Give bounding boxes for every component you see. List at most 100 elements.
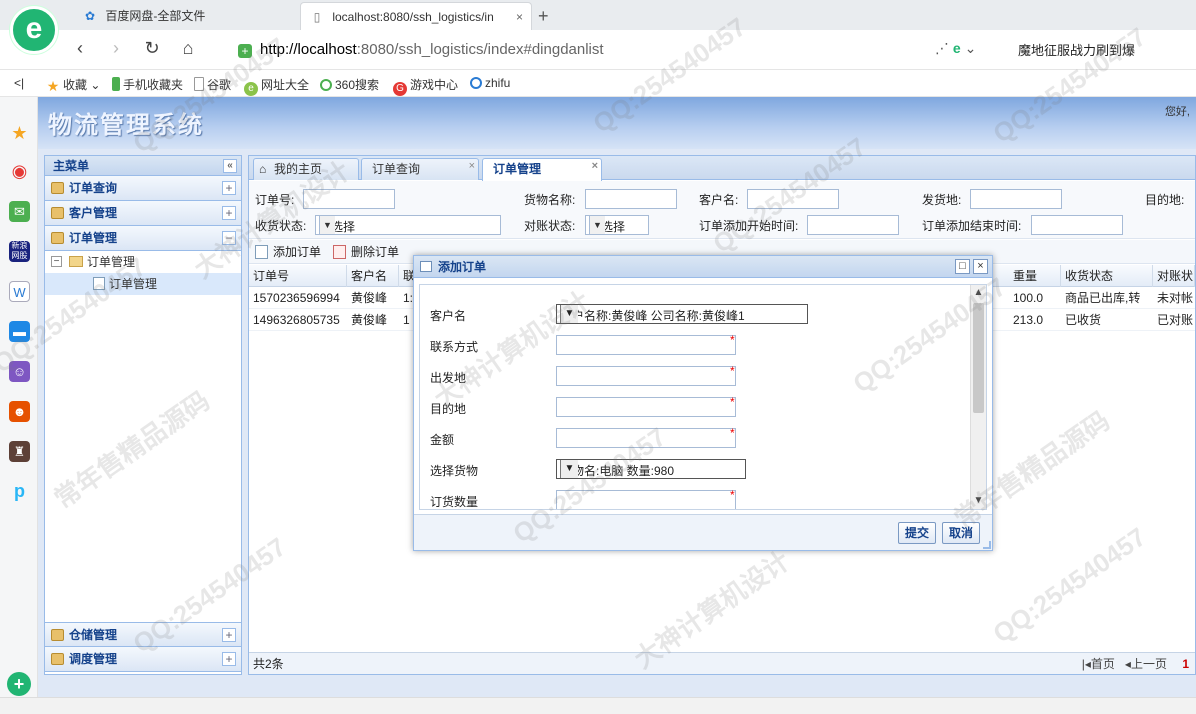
add-order-button[interactable]: 添加订单 <box>253 243 321 261</box>
goods-select[interactable]: 货物名:电脑 数量:980 ▼ <box>556 459 746 479</box>
promo-link[interactable]: 魔地征服战力刷到爆 <box>1018 40 1135 59</box>
page-icon <box>194 77 204 91</box>
page-icon: ▯ <box>313 10 321 24</box>
bookmark-zhifu[interactable]: zhifu <box>470 76 510 90</box>
amount-input[interactable] <box>556 428 736 448</box>
customer-select[interactable]: 客户名称:黄俊峰 公司名称:黄俊峰1 ▼ <box>556 304 808 324</box>
browser-logo-icon[interactable]: e <box>10 6 58 54</box>
close-icon[interactable]: × <box>973 259 988 274</box>
start-time-input[interactable] <box>807 215 899 235</box>
page-icon <box>93 277 105 290</box>
scroll-down-icon[interactable]: ▼ <box>971 493 986 509</box>
column-header[interactable]: 重量 <box>1009 265 1061 287</box>
tree-node-order-manage[interactable]: − 订单管理 <box>45 251 241 273</box>
home-icon: ⌂ <box>259 162 267 176</box>
submit-button[interactable]: 提交 <box>898 522 937 544</box>
bookmark-google[interactable]: 谷歌 <box>194 76 231 93</box>
cancel-button[interactable]: 取消 <box>942 522 981 544</box>
browser-sidebar: ★ ◉ ✉ 新浪 网股 W ▬ ☺ ☻ ♜ p <box>0 97 38 697</box>
expand-icon[interactable]: + <box>222 652 236 666</box>
expand-icon[interactable]: + <box>222 628 236 642</box>
dialog-scrollbar[interactable]: ▲ ▼ <box>970 285 986 509</box>
note-icon[interactable]: ▬ <box>9 321 30 342</box>
game-app-icon[interactable]: ☺ <box>9 361 30 382</box>
new-tab-icon[interactable]: + <box>538 2 549 30</box>
collapse-icon[interactable]: « <box>223 159 237 173</box>
tree-leaf-order-manage[interactable]: 订单管理 <box>45 273 241 295</box>
star-icon: ★ <box>46 78 60 94</box>
maximize-icon[interactable]: □ <box>955 259 970 274</box>
goods-name-input[interactable] <box>585 189 677 209</box>
folder-open-icon <box>69 256 83 267</box>
end-time-input[interactable] <box>1031 215 1123 235</box>
address-bar[interactable]: + http://localhost:8080/ssh_logistics/ind… <box>230 36 1000 64</box>
dialog-footer: 提交 取消 <box>414 514 992 550</box>
reconcile-status-select[interactable]: 请选择 ▼ <box>585 215 649 235</box>
reload-icon[interactable]: ↻ <box>140 38 164 59</box>
expand-icon[interactable]: + <box>222 206 236 220</box>
accordion-dispatch[interactable]: 调度管理 + <box>45 647 241 672</box>
accordion-warehouse[interactable]: 仓储管理 + <box>45 622 241 647</box>
scroll-up-icon[interactable]: ▲ <box>971 285 986 301</box>
accordion-order-query[interactable]: 订单查询 + <box>45 176 241 201</box>
mail-icon[interactable]: ✉ <box>9 201 30 222</box>
column-header[interactable]: 订单号 <box>249 265 347 287</box>
first-page-link[interactable]: |◂首页 <box>1082 657 1115 671</box>
tree-collapse-icon[interactable]: − <box>51 256 62 267</box>
accordion-customer[interactable]: 客户管理 + <box>45 201 241 226</box>
destination-input[interactable] <box>556 397 736 417</box>
customer-name-input[interactable] <box>747 189 839 209</box>
close-icon[interactable]: × <box>592 156 598 177</box>
add-icon[interactable]: + <box>7 672 31 696</box>
field-origin: 出发地 * <box>430 364 736 386</box>
back-icon[interactable]: ‹ <box>68 38 92 59</box>
game-app-icon-2[interactable]: ☻ <box>9 401 30 422</box>
sidebar-toggle-icon[interactable]: <| <box>14 76 24 90</box>
browser-tab-localhost[interactable]: ▯ localhost:8080/ssh_logistics/in × <box>300 2 532 30</box>
contact-input[interactable] <box>556 335 736 355</box>
field-goods: 选择货物 货物名:电脑 数量:980 ▼ <box>420 456 972 484</box>
prev-page-link[interactable]: ◂上一页 <box>1125 657 1167 671</box>
quantity-input[interactable] <box>556 490 736 509</box>
close-tab-icon[interactable]: × <box>516 3 523 31</box>
expand-icon[interactable]: + <box>222 181 236 195</box>
home-icon[interactable]: ⌂ <box>176 38 200 59</box>
bookmark-games[interactable]: G 游戏中心 <box>393 76 458 96</box>
tab-home[interactable]: ⌂ 我的主页 <box>253 158 359 180</box>
folder-icon <box>51 629 64 641</box>
form-icon <box>420 261 432 272</box>
greeting: 您好, <box>1164 106 1190 118</box>
resize-handle[interactable] <box>983 541 991 549</box>
news-icon[interactable]: 新浪 网股 <box>9 241 30 262</box>
field-contact: 联系方式 * <box>430 333 736 355</box>
accordion-order-manage[interactable]: 订单管理 − <box>45 226 241 251</box>
bookmark-mobile[interactable]: 手机收藏夹 <box>112 76 183 93</box>
close-icon[interactable]: × <box>469 156 475 177</box>
field-destination: 目的地 * <box>430 395 736 417</box>
bookmark-favorites[interactable]: ★ 收藏 ⌄ <box>46 76 101 94</box>
tab-order-manage[interactable]: 订单管理 × <box>482 158 602 181</box>
bookmark-sites[interactable]: e 网址大全 <box>244 76 309 96</box>
browser-tab-baidu[interactable]: ✿ 百度网盘-全部文件 <box>74 2 300 30</box>
origin-input[interactable] <box>556 366 736 386</box>
bookmark-360[interactable]: 360搜索 <box>320 76 379 93</box>
order-no-input[interactable] <box>303 189 395 209</box>
word-icon[interactable]: W <box>9 281 30 302</box>
forward-icon[interactable]: › <box>104 38 128 59</box>
weibo-icon[interactable]: ◉ <box>9 161 30 182</box>
game-app-icon-3[interactable]: ♜ <box>9 441 30 462</box>
ship-from-input[interactable] <box>970 189 1062 209</box>
collapse-minus-icon[interactable]: − <box>222 231 236 245</box>
receive-status-select[interactable]: 请选择 ▼ <box>315 215 501 235</box>
favorites-star-icon[interactable]: ★ <box>9 123 30 144</box>
column-header[interactable]: 对账状 <box>1153 265 1195 287</box>
browser-tab-title: localhost:8080/ssh_logistics/in <box>332 10 494 24</box>
p-app-icon[interactable]: p <box>9 481 30 502</box>
share-icon[interactable]: ⋰ e ⌄ <box>935 40 976 57</box>
delete-order-button[interactable]: 删除订单 <box>331 243 399 261</box>
column-header[interactable]: 客户名 <box>347 265 399 287</box>
tab-order-query[interactable]: 订单查询 × <box>361 158 479 180</box>
destination-label: 目的地: <box>1145 193 1185 207</box>
scrollbar-thumb[interactable] <box>973 303 984 413</box>
column-header[interactable]: 收货状态 <box>1061 265 1153 287</box>
